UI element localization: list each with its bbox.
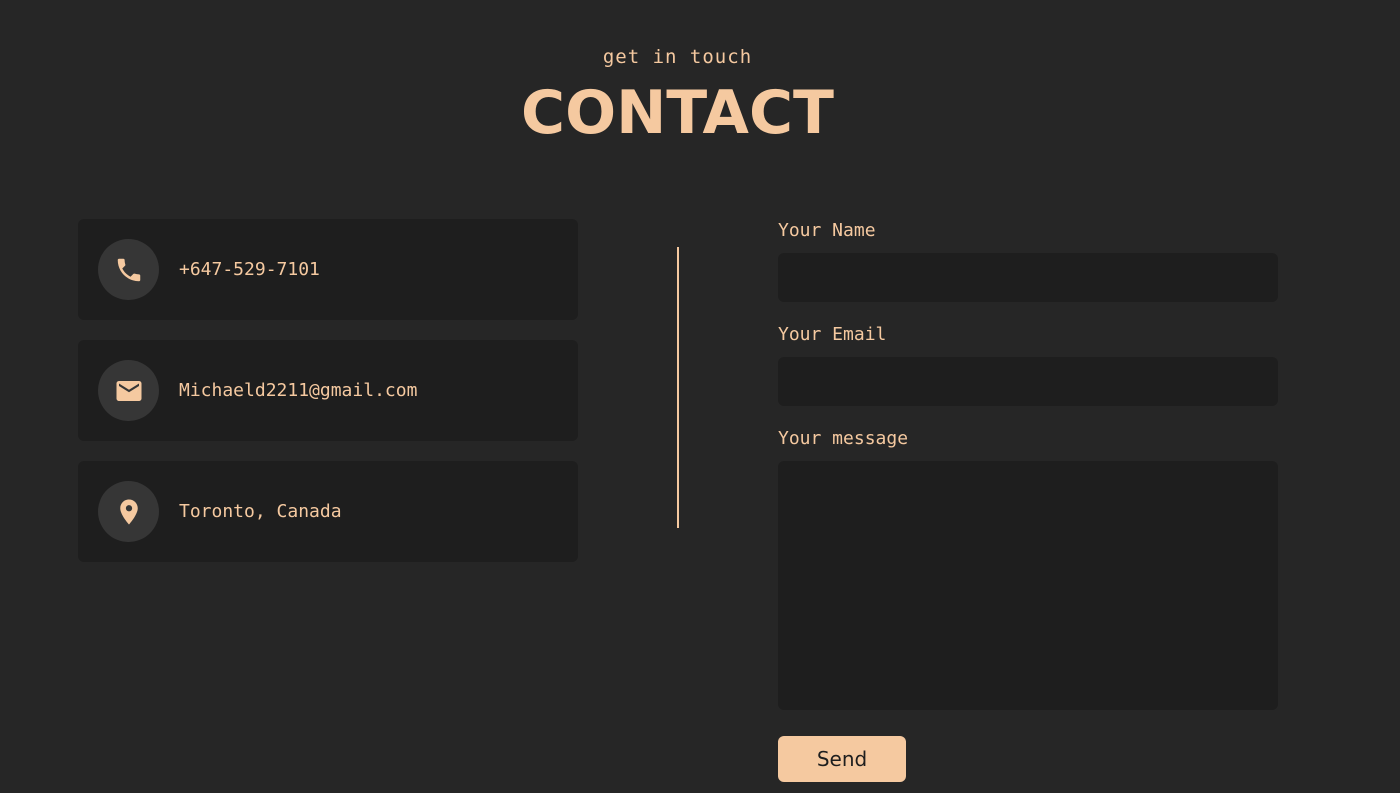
location-pin-icon	[119, 499, 138, 524]
vertical-divider	[677, 247, 679, 528]
location-icon-circle	[98, 481, 159, 542]
contact-card-location: Toronto, Canada	[78, 461, 578, 562]
mail-icon-circle	[98, 360, 159, 421]
section-subtitle: get in touch	[602, 46, 753, 68]
send-button[interactable]: Send	[778, 736, 906, 782]
message-label: Your message	[778, 428, 909, 449]
mail-icon	[116, 380, 141, 401]
name-label: Your Name	[778, 220, 876, 241]
contact-card-phone: +647-529-7101	[78, 219, 578, 320]
email-field[interactable]	[778, 357, 1278, 406]
contact-card-email: Michaeld2211@gmail.com	[78, 340, 578, 441]
page-title: CONTACT	[521, 78, 834, 148]
phone-icon-circle	[98, 239, 159, 300]
name-field[interactable]	[778, 253, 1278, 302]
location-text: Toronto, Canada	[179, 501, 342, 522]
email-label: Your Email	[778, 324, 887, 345]
message-field[interactable]	[778, 461, 1278, 710]
phone-number: +647-529-7101	[179, 259, 320, 280]
email-address: Michaeld2211@gmail.com	[179, 380, 418, 401]
phone-icon	[117, 258, 140, 281]
